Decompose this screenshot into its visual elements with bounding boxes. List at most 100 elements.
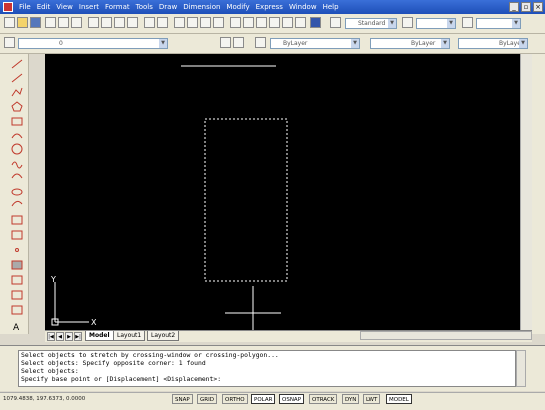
command-prompt[interactable]: Specify base point or [Displacement] <Di… [21, 375, 513, 383]
model-toggle[interactable]: MODEL [386, 394, 412, 404]
layer-manager-icon[interactable] [4, 37, 15, 48]
multiline-text-icon[interactable]: A [13, 323, 20, 333]
match-properties-icon[interactable] [127, 17, 138, 28]
menu-modify[interactable]: Modify [223, 3, 252, 11]
lineweight-dropdown[interactable]: ByLayer ▼ [458, 38, 528, 49]
table-icon[interactable] [11, 305, 23, 315]
next-tab-button[interactable]: ▶ [65, 332, 73, 341]
insert-block-icon[interactable] [11, 215, 23, 225]
spline-icon[interactable] [11, 173, 23, 179]
menu-help[interactable]: Help [320, 3, 342, 11]
last-tab-button[interactable]: ▶| [74, 332, 82, 341]
ucs-x-label: X [91, 318, 97, 327]
menu-edit[interactable]: Edit [34, 3, 54, 11]
publish-icon[interactable] [71, 17, 82, 28]
circle-icon[interactable] [11, 143, 23, 155]
standard-toolbar: Standard ▼ ▼ ▼ [0, 14, 545, 34]
dim-style-dropdown[interactable]: ▼ [416, 18, 456, 29]
osnap-toggle[interactable]: OSNAP [279, 394, 305, 404]
tool-palettes-icon[interactable] [256, 17, 267, 28]
close-button[interactable]: × [533, 2, 543, 12]
chevron-down-icon: ▼ [447, 19, 455, 28]
horizontal-scrollbar[interactable] [360, 331, 532, 340]
rectangle-icon[interactable] [11, 117, 23, 126]
zoom-window-icon[interactable] [200, 17, 211, 28]
ortho-toggle[interactable]: ORTHO [222, 394, 248, 404]
menu-format[interactable]: Format [102, 3, 133, 11]
tab-layout2[interactable]: Layout2 [147, 331, 180, 341]
ucs-y-label: Y [50, 275, 56, 284]
table-style-icon[interactable] [462, 17, 473, 28]
drawing-area[interactable]: Y X [45, 54, 520, 330]
plot-icon[interactable] [45, 17, 56, 28]
text-style-icon[interactable] [330, 17, 341, 28]
cursor-coordinates: 1079.4838, 197.6373, 0.0000 [3, 396, 86, 402]
ellipse-icon[interactable] [11, 188, 23, 196]
make-block-icon[interactable] [11, 230, 23, 240]
table-style-dropdown[interactable]: ▼ [476, 18, 521, 29]
sheet-set-icon[interactable] [269, 17, 280, 28]
redo-icon[interactable] [157, 17, 168, 28]
layer-previous-icon[interactable] [233, 37, 244, 48]
markup-icon[interactable] [282, 17, 293, 28]
menu-view[interactable]: View [53, 3, 76, 11]
arc-icon[interactable] [11, 133, 23, 139]
revision-cloud-icon[interactable] [11, 161, 23, 169]
linetype-dropdown[interactable]: ByLayer ▼ [370, 38, 450, 49]
plot-preview-icon[interactable] [58, 17, 69, 28]
snap-toggle[interactable]: SNAP [172, 394, 193, 404]
region-icon[interactable] [11, 290, 23, 300]
line-tool-icon[interactable] [11, 59, 23, 69]
autocad-app-icon[interactable] [3, 2, 13, 12]
save-icon[interactable] [30, 17, 41, 28]
design-center-icon[interactable] [243, 17, 254, 28]
layer-dropdown[interactable]: 0 ▼ [18, 38, 168, 49]
copy-icon[interactable] [101, 17, 112, 28]
menu-express[interactable]: Express [253, 3, 286, 11]
construction-line-icon[interactable] [11, 73, 23, 83]
first-tab-button[interactable]: |◀ [47, 332, 55, 341]
command-scrollbar[interactable] [516, 350, 526, 387]
cut-icon[interactable] [88, 17, 99, 28]
make-object-layer-current-icon[interactable] [220, 37, 231, 48]
dim-style-icon[interactable] [402, 17, 413, 28]
minimize-button[interactable]: _ [509, 2, 519, 12]
pan-icon[interactable] [174, 17, 185, 28]
menu-bar: File Edit View Insert Format Tools Draw … [0, 0, 342, 14]
tab-model[interactable]: Model [85, 331, 114, 341]
menu-file[interactable]: File [16, 3, 34, 11]
hatch-icon[interactable] [11, 260, 23, 270]
lwt-toggle[interactable]: LWT [363, 394, 381, 404]
restore-button[interactable]: ▫ [521, 2, 531, 12]
tab-layout1[interactable]: Layout1 [113, 331, 146, 341]
dyn-toggle[interactable]: DYN [342, 394, 360, 404]
ellipse-arc-icon[interactable] [11, 200, 23, 207]
zoom-realtime-icon[interactable] [187, 17, 198, 28]
gradient-icon[interactable] [11, 275, 23, 285]
menu-tools[interactable]: Tools [133, 3, 156, 11]
menu-window[interactable]: Window [286, 3, 320, 11]
command-history[interactable]: Select objects to stretch by crossing-wi… [18, 350, 516, 387]
paste-icon[interactable] [114, 17, 125, 28]
undo-icon[interactable] [144, 17, 155, 28]
prev-tab-button[interactable]: ◀ [56, 332, 64, 341]
polygon-icon[interactable] [11, 101, 23, 112]
properties-icon[interactable] [230, 17, 241, 28]
polar-toggle[interactable]: POLAR [251, 394, 276, 404]
menu-draw[interactable]: Draw [156, 3, 180, 11]
polyline-icon[interactable] [11, 87, 23, 97]
zoom-previous-icon[interactable] [213, 17, 224, 28]
new-file-icon[interactable] [4, 17, 15, 28]
menu-insert[interactable]: Insert [76, 3, 102, 11]
color-swatch-icon[interactable] [255, 37, 266, 48]
selected-rectangle[interactable] [204, 118, 288, 282]
grid-toggle[interactable]: GRID [197, 394, 217, 404]
quickcalc-icon[interactable] [295, 17, 306, 28]
text-style-dropdown[interactable]: Standard ▼ [345, 18, 397, 29]
point-icon[interactable] [15, 248, 19, 252]
open-folder-icon[interactable] [17, 17, 28, 28]
otrack-toggle[interactable]: OTRACK [309, 394, 338, 404]
color-dropdown[interactable]: ByLayer ▼ [270, 38, 360, 49]
menu-dimension[interactable]: Dimension [180, 3, 223, 11]
help-icon[interactable] [310, 17, 321, 28]
